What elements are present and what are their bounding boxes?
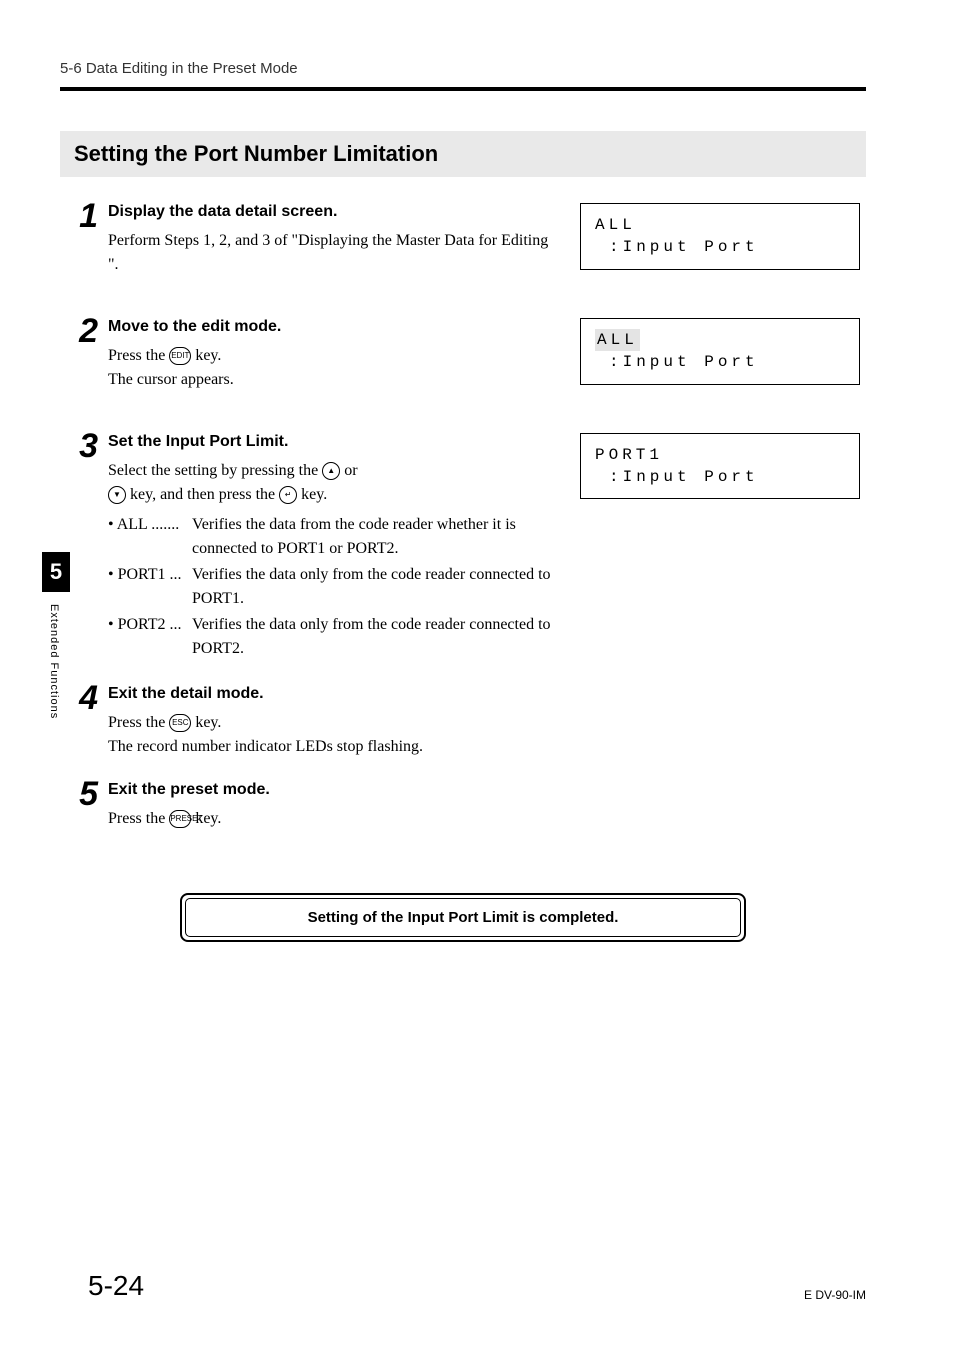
step-number: 4 xyxy=(60,681,108,715)
option-desc: Verifies the data from the code reader w… xyxy=(192,513,560,561)
steps-container: 1 Display the data detail screen. Perfor… xyxy=(60,203,866,853)
page-number: 5-24 xyxy=(88,1270,144,1302)
option-label: • PORT1 xyxy=(108,566,166,583)
text-fragment: key. xyxy=(191,347,221,364)
step-4: 4 Exit the detail mode. Press the ESC ke… xyxy=(60,685,866,759)
step-title: Move to the edit mode. xyxy=(108,318,560,336)
step-text: Press the ESC key. The record number ind… xyxy=(108,711,560,759)
option-desc: Verifies the data only from the code rea… xyxy=(192,613,560,661)
text-fragment: key. xyxy=(191,810,221,827)
step-title: Exit the detail mode. xyxy=(108,685,560,703)
enter-key-icon: ↵ xyxy=(279,486,297,504)
step-number: 1 xyxy=(60,199,108,233)
lcd-line2: :Input Port xyxy=(595,236,845,258)
completion-banner: Setting of the Input Port Limit is compl… xyxy=(180,893,746,942)
lcd-line1: ALL xyxy=(595,214,845,236)
list-item: • ALL ....... Verifies the data from the… xyxy=(108,513,560,561)
step-title: Display the data detail screen. xyxy=(108,203,560,221)
lcd-display: PORT1 :Input Port xyxy=(580,433,860,500)
text-fragment: Select the setting by pressing the xyxy=(108,462,322,479)
step-text: Press the EDIT key. The cursor appears. xyxy=(108,344,560,392)
text-fragment: Press the xyxy=(108,347,169,364)
dots: ....... xyxy=(151,516,179,533)
header-rule xyxy=(60,87,866,91)
step-2: 2 Move to the edit mode. Press the EDIT … xyxy=(60,318,866,411)
step-title: Exit the preset mode. xyxy=(108,781,560,799)
section-title: Setting the Port Number Limitation xyxy=(60,131,866,177)
option-label: • PORT2 xyxy=(108,616,166,633)
down-key-icon: ▼ xyxy=(108,486,126,504)
step-3: 3 Set the Input Port Limit. Select the s… xyxy=(60,433,866,663)
text-fragment: key. xyxy=(297,486,327,503)
list-item: • PORT1 ... Verifies the data only from … xyxy=(108,563,560,611)
dots: ... xyxy=(170,616,182,633)
step-5: 5 Exit the preset mode. Press the PRESET… xyxy=(60,781,866,831)
up-key-icon: ▲ xyxy=(322,462,340,480)
text-fragment: Press the xyxy=(108,714,169,731)
lcd-display: ALL :Input Port xyxy=(580,318,860,385)
esc-key-icon: ESC xyxy=(169,714,191,732)
page-footer: 5-24 E DV-90-IM xyxy=(88,1270,866,1302)
step-text: Select the setting by pressing the ▲ or … xyxy=(108,459,560,661)
step-extra: The cursor appears. xyxy=(108,368,560,392)
lcd-line1: PORT1 xyxy=(595,444,845,466)
edit-key-icon: EDIT xyxy=(169,347,191,365)
step-number: 3 xyxy=(60,429,108,463)
lcd-line2: :Input Port xyxy=(595,466,845,488)
chapter-tab: 5 xyxy=(42,552,70,592)
step-text: Press the PRESET key. xyxy=(108,807,560,831)
page-header: 5-6 Data Editing in the Preset Mode xyxy=(60,60,866,77)
preset-key-icon: PRESET xyxy=(169,810,191,828)
step-title: Set the Input Port Limit. xyxy=(108,433,560,451)
cursor-highlight: ALL xyxy=(595,329,640,351)
option-label: • ALL xyxy=(108,516,147,533)
text-fragment: key. xyxy=(191,714,221,731)
lcd-line2: :Input Port xyxy=(595,351,845,373)
text-fragment: or xyxy=(340,462,357,479)
text-fragment: key, and then press the xyxy=(126,486,279,503)
list-item: • PORT2 ... Verifies the data only from … xyxy=(108,613,560,661)
doc-id: E DV-90-IM xyxy=(804,1288,866,1302)
step-number: 2 xyxy=(60,314,108,348)
chapter-label: Extended Functions xyxy=(48,604,60,719)
dots: ... xyxy=(170,566,182,583)
option-list: • ALL ....... Verifies the data from the… xyxy=(108,513,560,661)
option-desc: Verifies the data only from the code rea… xyxy=(192,563,560,611)
step-text: Perform Steps 1, 2, and 3 of "Displaying… xyxy=(108,229,560,277)
step-1: 1 Display the data detail screen. Perfor… xyxy=(60,203,866,296)
step-number: 5 xyxy=(60,777,108,811)
step-extra: The record number indicator LEDs stop fl… xyxy=(108,735,560,759)
lcd-display: ALL :Input Port xyxy=(580,203,860,270)
lcd-line1: ALL xyxy=(595,329,845,351)
text-fragment: Press the xyxy=(108,810,169,827)
